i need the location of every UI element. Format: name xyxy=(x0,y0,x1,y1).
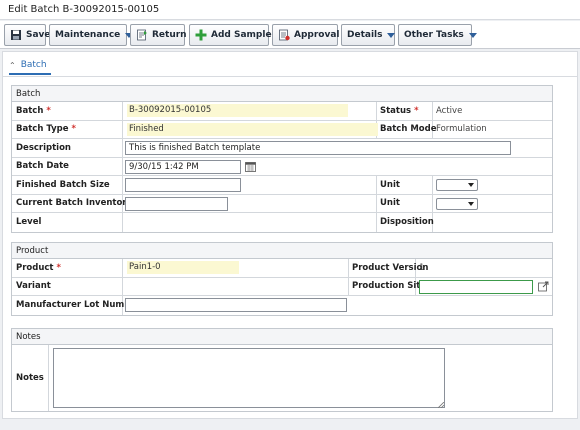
notes-section-header: Notes xyxy=(12,329,552,345)
description-input[interactable]: This is finished Batch template xyxy=(125,141,511,155)
production-site-label: Production Site xyxy=(352,281,427,292)
batch-mode-label: Batch Mode xyxy=(380,124,437,135)
notes-grid: Notes xyxy=(12,345,552,411)
batch-type-value: Finished xyxy=(127,122,378,136)
description-row: Description This is finished Batch templ… xyxy=(12,139,552,158)
unit-label-2: Unit xyxy=(380,198,400,209)
add-samples-label: Add Samples xyxy=(211,30,277,40)
approval-icon xyxy=(278,29,290,41)
description-label: Description xyxy=(16,142,71,153)
lot-number-label: Manufacturer Lot Number xyxy=(16,300,141,311)
batch-id-value: B-30092015-00105 xyxy=(127,104,348,118)
finished-size-row: Finished Batch Size Unit xyxy=(12,176,552,195)
product-row: Product * Pain1-0 Product Version 1 xyxy=(12,259,552,278)
batch-row: Batch * B-30092015-00105 Status * Active xyxy=(12,102,552,121)
unit-label: Unit xyxy=(380,179,400,190)
unit-select-2[interactable] xyxy=(436,197,478,210)
tab-batch-label: Batch xyxy=(20,60,47,70)
batch-date-label: Batch Date xyxy=(16,161,69,172)
details-dropdown[interactable]: Details xyxy=(341,24,396,46)
tab-divider xyxy=(3,76,577,77)
level-row: Level Disposition xyxy=(12,213,552,232)
save-label: Save xyxy=(26,30,51,40)
page-title: Edit Batch B-30092015-00105 xyxy=(0,0,580,20)
return-icon xyxy=(136,29,148,41)
product-grid: Product * Pain1-0 Product Version 1 Varia… xyxy=(12,259,552,315)
maintenance-dropdown[interactable]: Maintenance xyxy=(49,24,134,46)
return-label: Return xyxy=(152,30,187,40)
batch-mode-value: Formulation xyxy=(436,124,487,135)
chevron-up-icon: ⌃ xyxy=(9,60,16,70)
inventory-row: Current Batch Inventory Unit xyxy=(12,194,552,213)
level-label: Level xyxy=(16,217,42,228)
main-content: ⌃ Batch Batch Batch * B-30092015-00105 St… xyxy=(2,51,578,419)
batch-date-input[interactable]: 9/30/15 1:42 PM xyxy=(125,159,241,174)
add-samples-button[interactable]: Add Samples xyxy=(189,24,277,46)
save-icon xyxy=(10,29,22,41)
finished-size-input[interactable] xyxy=(125,178,241,192)
batch-grid: Batch * B-30092015-00105 Status * Active B… xyxy=(12,102,552,232)
notes-label: Notes xyxy=(16,373,44,383)
product-label: Product xyxy=(16,262,54,273)
variant-label: Variant xyxy=(16,281,51,292)
calendar-icon[interactable] xyxy=(245,161,256,175)
notes-textarea[interactable] xyxy=(53,348,445,408)
batch-label: Batch xyxy=(16,105,44,116)
finished-size-label: Finished Batch Size xyxy=(16,179,110,190)
batch-section-header: Batch xyxy=(12,86,552,102)
tab-batch[interactable]: ⌃ Batch xyxy=(9,57,51,75)
product-value: Pain1-0 xyxy=(127,261,239,275)
product-version-value: 1 xyxy=(419,262,425,273)
inventory-label: Current Batch Inventory xyxy=(16,198,133,209)
toolbar: Save Maintenance Return Add Samples Appr… xyxy=(0,21,580,49)
approval-button[interactable]: Approval xyxy=(272,24,340,46)
product-section-header: Product xyxy=(12,243,552,259)
batch-date-row: Batch Date 9/30/15 1:42 PM xyxy=(12,158,552,176)
other-tasks-dropdown[interactable]: Other Tasks xyxy=(398,24,477,46)
production-site-input[interactable] xyxy=(419,279,533,294)
chevron-down-icon xyxy=(468,32,477,38)
save-button[interactable]: Save xyxy=(4,24,51,46)
notes-section: Notes Notes xyxy=(11,328,553,412)
disposition-label: Disposition xyxy=(380,217,434,228)
lot-number-row: Manufacturer Lot Number xyxy=(12,296,552,315)
maintenance-label: Maintenance xyxy=(55,30,121,40)
details-label: Details xyxy=(347,30,383,40)
variant-row: Variant Production Site xyxy=(12,277,552,296)
plus-icon xyxy=(195,29,207,41)
unit-select[interactable] xyxy=(436,179,478,191)
status-label: Status xyxy=(380,105,412,116)
product-section: Product Product * Pain1-0 Product Version… xyxy=(11,242,553,316)
chevron-down-icon xyxy=(387,32,396,38)
batch-type-label: Batch Type xyxy=(16,124,69,135)
lot-number-input[interactable] xyxy=(125,298,347,312)
batch-type-row: Batch Type * Finished Batch Mode Formulat… xyxy=(12,120,552,139)
approval-label: Approval xyxy=(294,30,340,40)
inventory-input[interactable] xyxy=(125,196,228,211)
return-button[interactable]: Return xyxy=(130,24,187,46)
other-tasks-label: Other Tasks xyxy=(404,30,464,40)
batch-section: Batch Batch * B-30092015-00105 Status * Ac… xyxy=(11,85,553,233)
external-link-icon[interactable] xyxy=(538,281,549,295)
chevron-down-icon xyxy=(468,201,474,206)
status-value: Active xyxy=(436,105,463,116)
chevron-down-icon xyxy=(468,183,474,187)
resize-handle-icon[interactable] xyxy=(437,401,445,411)
